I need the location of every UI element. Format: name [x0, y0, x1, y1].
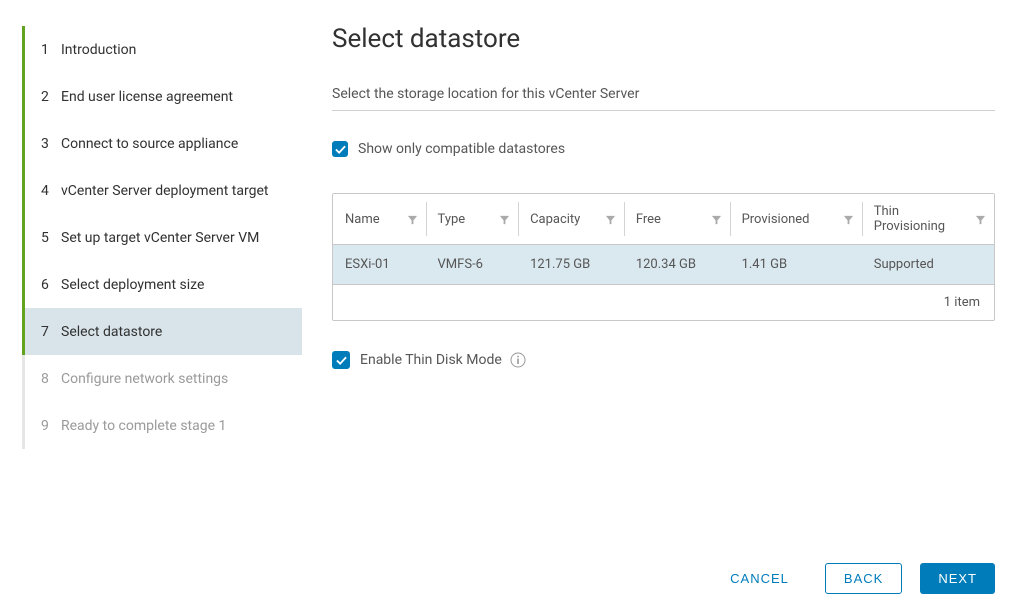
filter-icon[interactable]	[711, 214, 722, 225]
col-header-label: Thin Provisioning	[874, 204, 969, 234]
col-header-label: Capacity	[530, 212, 580, 227]
filter-icon[interactable]	[975, 214, 986, 225]
compatible-datastores-checkbox[interactable]	[332, 141, 348, 157]
cell-free: 120.34 GB	[624, 245, 730, 285]
step-deployment-size[interactable]: 6 Select deployment size	[25, 261, 302, 308]
wizard-sidebar: 1 Introduction 2 End user license agreem…	[0, 0, 302, 612]
check-icon	[336, 355, 347, 366]
step-select-datastore[interactable]: 7 Select datastore	[25, 308, 302, 355]
datastore-table-wrapper: Name Type Capacity	[332, 193, 995, 321]
next-button[interactable]: NEXT	[920, 563, 995, 594]
step-ready-complete: 9 Ready to complete stage 1	[25, 402, 302, 449]
thin-disk-label: Enable Thin Disk Mode	[360, 352, 502, 368]
col-header-capacity[interactable]: Capacity	[518, 194, 624, 245]
step-configure-network: 8 Configure network settings	[25, 355, 302, 402]
main-content: Select datastore Select the storage loca…	[302, 0, 1009, 612]
col-header-type[interactable]: Type	[426, 194, 519, 245]
col-header-label: Provisioned	[742, 212, 810, 227]
wizard-footer: CANCEL BACK NEXT	[332, 551, 995, 612]
col-header-label: Free	[636, 212, 661, 227]
cell-thin: Supported	[862, 245, 994, 285]
step-label: Select datastore	[61, 324, 162, 340]
step-connect-source[interactable]: 3 Connect to source appliance	[25, 120, 302, 167]
col-header-provisioned[interactable]: Provisioned	[730, 194, 862, 245]
info-icon[interactable]	[510, 352, 526, 368]
filter-icon[interactable]	[605, 214, 616, 225]
step-label: Introduction	[61, 42, 136, 58]
step-number: 5	[41, 230, 61, 246]
filter-icon[interactable]	[407, 214, 418, 225]
check-icon	[335, 144, 346, 155]
step-number: 9	[41, 418, 61, 434]
filter-icon[interactable]	[843, 214, 854, 225]
cell-provisioned: 1.41 GB	[730, 245, 862, 285]
col-header-label: Name	[345, 212, 380, 227]
step-label: Set up target vCenter Server VM	[61, 230, 259, 246]
compatible-datastores-row: Show only compatible datastores	[332, 141, 995, 157]
step-number: 6	[41, 277, 61, 293]
cancel-button[interactable]: CANCEL	[712, 563, 807, 594]
step-label: Select deployment size	[61, 277, 204, 293]
step-number: 8	[41, 371, 61, 387]
step-number: 3	[41, 136, 61, 152]
col-header-free[interactable]: Free	[624, 194, 730, 245]
datastore-row[interactable]: ESXi-01 VMFS-6 121.75 GB 120.34 GB 1.41 …	[333, 245, 994, 285]
step-deployment-target[interactable]: 4 vCenter Server deployment target	[25, 167, 302, 214]
col-header-label: Type	[438, 212, 466, 227]
step-number: 2	[41, 89, 61, 105]
compatible-datastores-label: Show only compatible datastores	[358, 141, 565, 157]
step-label: End user license agreement	[61, 89, 233, 105]
step-setup-target-vm[interactable]: 5 Set up target vCenter Server VM	[25, 214, 302, 261]
step-label: Ready to complete stage 1	[61, 418, 226, 434]
thin-disk-row: Enable Thin Disk Mode	[332, 351, 995, 369]
cell-type: VMFS-6	[426, 245, 519, 285]
step-label: Configure network settings	[61, 371, 228, 387]
step-number: 7	[41, 324, 61, 340]
step-number: 1	[41, 42, 61, 58]
step-eula[interactable]: 2 End user license agreement	[25, 73, 302, 120]
col-header-name[interactable]: Name	[333, 194, 426, 245]
thin-disk-checkbox[interactable]	[332, 351, 350, 369]
cell-capacity: 121.75 GB	[518, 245, 624, 285]
filter-icon[interactable]	[499, 214, 510, 225]
col-header-thin-provisioning[interactable]: Thin Provisioning	[862, 194, 994, 245]
table-footer-count: 1 item	[333, 285, 994, 320]
step-label: vCenter Server deployment target	[61, 183, 268, 199]
page-title: Select datastore	[332, 24, 995, 54]
datastore-table: Name Type Capacity	[333, 194, 994, 285]
step-label: Connect to source appliance	[61, 136, 238, 152]
cell-name: ESXi-01	[333, 245, 426, 285]
step-number: 4	[41, 183, 61, 199]
step-introduction[interactable]: 1 Introduction	[25, 26, 302, 73]
page-subtitle: Select the storage location for this vCe…	[332, 86, 995, 111]
back-button[interactable]: BACK	[825, 563, 902, 594]
